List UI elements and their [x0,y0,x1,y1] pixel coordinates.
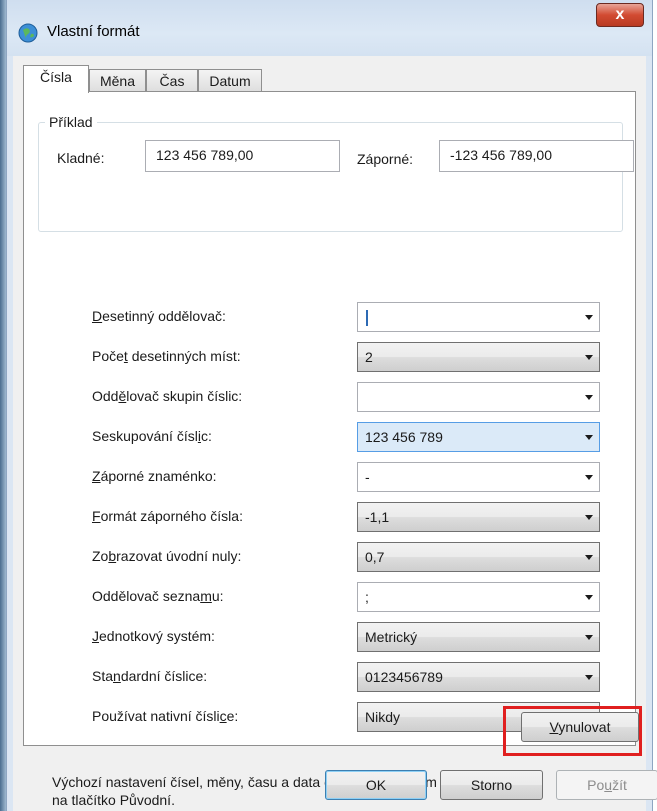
setting-label-part: F [92,508,101,524]
setting-label-part: Používat nativní čísli [92,708,220,724]
setting-dropdown[interactable]: - [357,462,600,492]
setting-label-part: Sta [92,668,114,684]
setting-label-part: Zo [92,548,109,564]
apply-mnemonic: u [604,777,613,793]
setting-label-part: c: [200,428,212,444]
tab-label: Datum [209,73,251,89]
dropdown-value: 123 456 789 [365,429,443,445]
setting-label-part: Poče [92,348,124,364]
setting-dropdown[interactable] [357,382,600,412]
setting-label-part: lovač skupin číslic: [126,388,243,404]
setting-dropdown[interactable]: Metrický [357,622,600,652]
setting-dropdown[interactable] [357,302,600,332]
example-group-label: Příklad [45,114,97,130]
negative-label: Záporné: [357,151,414,167]
setting-label: Počet desetinných míst: [92,348,241,364]
chevron-down-icon[interactable] [585,635,593,640]
setting-label-part: desetinných míst: [127,348,241,364]
setting-label-part: c [219,708,227,724]
setting-label-part: b [108,548,117,564]
ok-button[interactable]: OK [325,770,427,800]
highlight-box [503,706,642,756]
close-icon: x [615,6,625,23]
tab-mena[interactable]: Měna [89,69,146,93]
setting-dropdown[interactable]: ; [357,582,600,612]
dialog-client: Čísla Měna Čas Datum Příklad Kladné: 123… [13,56,657,811]
setting-label-part: Oddělovač sezna [92,588,201,604]
ok-button-label: OK [365,777,387,793]
setting-dropdown[interactable]: 2 [357,342,600,372]
setting-dropdown[interactable]: 0123456789 [357,662,600,692]
setting-label-part: dardní číslice: [120,668,208,684]
chevron-down-icon[interactable] [585,675,593,680]
tab-cisla[interactable]: Čísla [23,65,89,93]
setting-label-part: J [92,628,99,644]
setting-label-part: D [92,308,103,324]
setting-label-part: áporné znaménko: [100,468,217,484]
globe-icon [18,23,38,43]
apply-label-part: žít [612,777,627,793]
dropdown-value: - [365,469,370,485]
setting-label: Seskupování číslic: [92,428,212,444]
tab-label: Měna [99,73,136,89]
chevron-down-icon[interactable] [585,435,593,440]
dropdown-value: Metrický [365,629,418,645]
text-caret [366,310,368,326]
dropdown-value: 0123456789 [365,669,443,685]
dropdown-value: ; [365,589,369,605]
setting-label-part: ednotkový systém: [99,628,215,644]
setting-dropdown[interactable]: 123 456 789 [357,422,600,452]
setting-label: Oddělovač seznamu: [92,588,224,604]
chevron-down-icon[interactable] [585,315,593,320]
tab-label: Čísla [40,69,72,85]
tab-datum[interactable]: Datum [198,69,262,93]
chevron-down-icon[interactable] [585,395,593,400]
chevron-down-icon[interactable] [585,595,593,600]
setting-label: Záporné znaménko: [92,468,217,484]
setting-label: Zobrazovat úvodní nuly: [92,548,241,564]
setting-label: Oddělovač skupin číslic: [92,388,242,404]
apply-button[interactable]: Použít [556,770,657,800]
dropdown-value: 0,7 [365,549,385,565]
setting-label-part: esetinný oddělovač: [102,308,226,324]
dropdown-value: 2 [365,349,373,365]
positive-example-field: 123 456 789,00 [145,140,340,172]
chevron-down-icon[interactable] [585,515,593,520]
setting-label-part: u: [211,588,224,604]
setting-dropdown[interactable]: 0,7 [357,542,600,572]
setting-dropdown[interactable]: -1,1 [357,502,600,532]
tab-panel-cisla: Příklad Kladné: 123 456 789,00 Záporné: … [23,91,636,746]
chevron-down-icon[interactable] [585,355,593,360]
chevron-down-icon[interactable] [585,555,593,560]
setting-label-part: e: [226,708,239,724]
setting-label-part: n [113,668,121,684]
setting-label-part: ormát záporného čísla: [100,508,243,524]
cancel-button-label: Storno [470,777,513,793]
negative-example-field: -123 456 789,00 [439,140,634,172]
tab-label: Čas [159,73,185,89]
dropdown-value: Nikdy [365,709,401,725]
example-group [38,122,623,232]
setting-label: Standardní číslice: [92,668,207,684]
setting-label-part: Z [92,468,101,484]
setting-label-part: Seskupování čísl [92,428,198,444]
positive-label: Kladné: [57,150,105,166]
close-button[interactable]: x [596,3,644,27]
tab-cas[interactable]: Čas [146,69,198,93]
setting-label-part: m [200,588,212,604]
dropdown-value: -1,1 [365,509,390,525]
chevron-down-icon[interactable] [585,475,593,480]
apply-label-part: Po [587,777,605,793]
cancel-button[interactable]: Storno [440,770,543,800]
setting-label: Používat nativní číslice: [92,708,238,724]
title-bar[interactable]: Vlastní formát x [7,0,652,56]
setting-label: Jednotkový systém: [92,628,215,644]
setting-label-part: Odd [92,388,119,404]
setting-label: Formát záporného čísla: [92,508,243,524]
dialog-window: Vlastní formát x Čísla Měna Čas Datum Př… [6,0,657,811]
setting-label: Desetinný oddělovač: [92,308,226,324]
setting-label-part: razovat úvodní nuly: [116,548,242,564]
window-title: Vlastní formát [47,23,140,40]
